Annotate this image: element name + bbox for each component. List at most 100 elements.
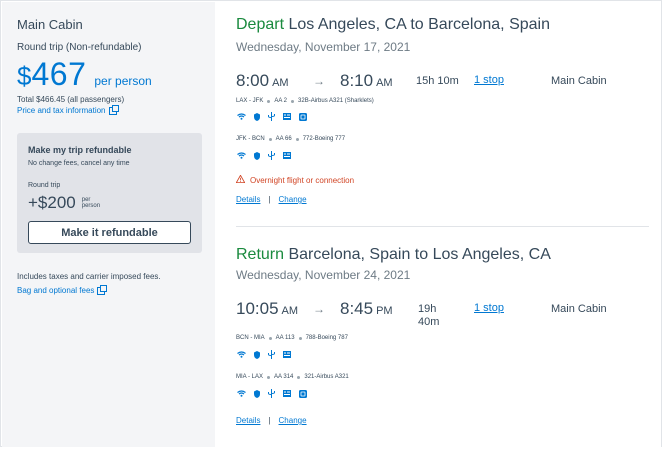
leg-aircraft: 772-Boeing 777 xyxy=(302,136,346,142)
depart-route: Los Angeles, CA to Barcelona, Spain xyxy=(288,16,550,33)
refund-round-trip: Round trip xyxy=(28,182,61,189)
wifi-icon xyxy=(237,152,246,159)
separator-dot xyxy=(295,137,299,141)
leg-flight: AA 66 xyxy=(275,136,292,142)
leg-route: LAX - JFK xyxy=(236,98,264,104)
wifi-icon xyxy=(237,390,246,397)
refund-amount: +$200 xyxy=(28,193,76,212)
separator-dot xyxy=(267,375,271,379)
price-currency: $ xyxy=(17,61,32,91)
leg-flight: AA 2 xyxy=(274,98,288,104)
depart-title: Depart Los Angeles, CA to Barcelona, Spa… xyxy=(236,16,550,34)
depart-cabin: Main Cabin xyxy=(551,75,607,87)
shield-icon xyxy=(254,112,260,121)
depart-times: 8:00 AM → 8:10 AM 15h 10m 1 stop Main Cabi… xyxy=(236,71,656,93)
entertainment-icon xyxy=(283,152,291,159)
return-times: 10:05 AM → 8:45 PM 19h 40m 1 stop Main Cab… xyxy=(236,299,656,328)
depart-departure-time: 8:00 AM xyxy=(236,71,289,91)
separator-dot xyxy=(268,336,272,340)
segment-divider xyxy=(236,226,649,227)
shield-icon xyxy=(254,350,260,359)
leg-aircraft: 321-Airbus A321 xyxy=(304,374,349,380)
usb-power-icon xyxy=(268,350,275,359)
separator-dot xyxy=(268,137,272,141)
return-cabin: Main Cabin xyxy=(551,303,607,315)
leg-aircraft: 788-Boeing 787 xyxy=(305,335,348,341)
depart-leg-2-amenities xyxy=(237,151,291,160)
refund-title: Make my trip refundable xyxy=(28,145,132,155)
link-separator: | xyxy=(268,416,271,425)
flight-summary-card: Main Cabin Round trip (Non-refundable) $… xyxy=(0,0,662,447)
external-link-icon xyxy=(108,104,119,115)
refund-price: +$200 per person xyxy=(28,193,104,213)
cabin-label: Main Cabin xyxy=(17,17,83,32)
depart-leg-1-amenities xyxy=(237,112,307,121)
refund-per-person: per person xyxy=(82,197,104,209)
price-panel: Main Cabin Round trip (Non-refundable) $… xyxy=(2,2,215,447)
time-ampm: AM xyxy=(272,77,289,89)
duration-minutes: 40m xyxy=(418,316,440,328)
return-duration: 19h 40m xyxy=(418,303,439,329)
entertainment-icon xyxy=(283,113,291,120)
depart-actions: Details | Change xyxy=(236,195,307,204)
depart-arrival-time: 8:10 AM xyxy=(340,71,393,91)
per-person-label: per person xyxy=(94,74,152,88)
return-change-link[interactable]: Change xyxy=(279,416,307,425)
refundable-upsell: Make my trip refundable No change fees, … xyxy=(17,133,202,253)
return-direction: Return xyxy=(236,246,285,263)
leg-route: BCN - MIA xyxy=(236,335,265,341)
return-details-link[interactable]: Details xyxy=(236,416,260,425)
depart-direction: Depart xyxy=(236,16,285,33)
depart-details-link[interactable]: Details xyxy=(236,195,260,204)
duration-hours: 19h xyxy=(418,303,437,315)
leg-flight: AA 314 xyxy=(274,374,294,380)
bag-fees-label: Bag and optional fees xyxy=(17,286,95,295)
return-leg-2: MIA - LAX AA 314 321-Airbus A321 xyxy=(236,374,349,380)
depart-change-link[interactable]: Change xyxy=(279,195,307,204)
external-link-icon xyxy=(97,284,108,295)
separator-dot xyxy=(298,336,302,340)
total-price: Total $466.45 (all passengers) xyxy=(17,95,125,104)
usb-power-icon xyxy=(268,112,275,121)
price-amount: 467 xyxy=(31,56,87,92)
time-ampm: AM xyxy=(376,77,393,89)
make-refundable-button[interactable]: Make it refundable xyxy=(28,221,191,244)
return-actions: Details | Change xyxy=(236,416,307,425)
time-value: 10:05 xyxy=(236,299,279,318)
trip-type: Round trip (Non-refundable) xyxy=(17,42,142,53)
fees-note: Includes taxes and carrier imposed fees. xyxy=(17,272,161,281)
shield-icon xyxy=(254,389,260,398)
price: $ 467 per person xyxy=(17,56,152,93)
return-stops-link[interactable]: 1 stop xyxy=(474,302,504,314)
return-leg-1-amenities xyxy=(237,350,291,359)
price-tax-info-link[interactable]: Price and tax information xyxy=(17,104,119,115)
refund-person: person xyxy=(81,203,101,209)
arrow-icon: → xyxy=(313,302,325,316)
leg-route: JFK - BCN xyxy=(236,136,265,142)
time-value: 8:45 xyxy=(340,299,374,318)
return-date: Wednesday, November 24, 2021 xyxy=(236,268,411,282)
return-leg-2-amenities xyxy=(237,389,307,398)
separator-dot xyxy=(297,375,301,379)
arrow-icon: → xyxy=(313,74,325,88)
depart-duration: 15h 10m xyxy=(416,75,459,87)
leg-aircraft: 32B-Airbus A321 (Sharklets) xyxy=(298,98,374,104)
depart-stops-link[interactable]: 1 stop xyxy=(474,74,504,86)
time-value: 8:10 xyxy=(340,71,374,90)
time-value: 8:00 xyxy=(236,71,270,90)
depart-leg-1: LAX - JFK AA 2 32B-Airbus A321 (Sharklet… xyxy=(236,98,374,104)
streaming-icon xyxy=(299,389,307,398)
depart-date: Wednesday, November 17, 2021 xyxy=(236,40,411,54)
time-ampm: PM xyxy=(376,305,393,317)
link-separator: | xyxy=(268,195,271,204)
leg-flight: AA 113 xyxy=(275,335,295,341)
price-tax-info-label: Price and tax information xyxy=(17,106,106,115)
return-route: Barcelona, Spain to Los Angeles, CA xyxy=(288,246,551,263)
return-leg-1: BCN - MIA AA 113 788-Boeing 787 xyxy=(236,335,348,341)
return-departure-time: 10:05 AM xyxy=(236,299,298,319)
entertainment-icon xyxy=(283,351,291,358)
warning-text: Overnight flight or connection xyxy=(250,175,355,185)
bag-fees-link[interactable]: Bag and optional fees xyxy=(17,284,108,295)
separator-dot xyxy=(291,99,295,103)
depart-leg-2: JFK - BCN AA 66 772-Boeing 777 xyxy=(236,136,345,142)
